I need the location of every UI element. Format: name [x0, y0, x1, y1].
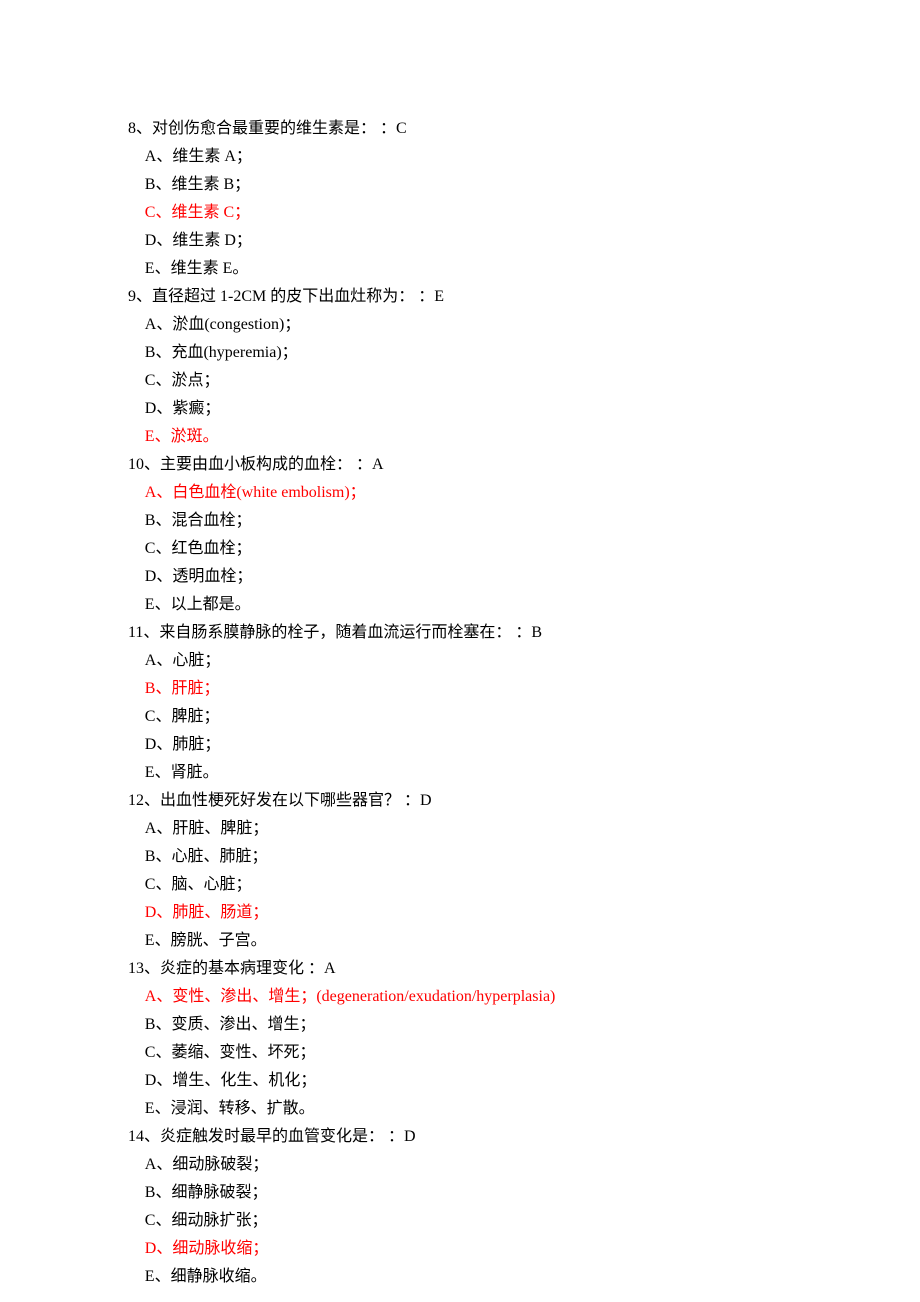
answer-option: C、细动脉扩张； — [128, 1207, 800, 1235]
question-stem: 12、出血性梗死好发在以下哪些器官？ ：D — [128, 787, 800, 815]
answer-option: A、淤血(congestion)； — [128, 311, 800, 339]
question-block: 14、炎症触发时最早的血管变化是： ：D A、细动脉破裂； B、细静脉破裂； C… — [128, 1123, 800, 1291]
answer-option: D、肺脏、肠道； — [128, 899, 800, 927]
answer-option: C、萎缩、变性、坏死； — [128, 1039, 800, 1067]
answer-option: C、红色血栓； — [128, 535, 800, 563]
question-block: 12、出血性梗死好发在以下哪些器官？ ：D A、肝脏、脾脏； B、心脏、肺脏； … — [128, 787, 800, 955]
question-stem: 13、炎症的基本病理变化 ：A — [128, 955, 800, 983]
answer-option: D、肺脏； — [128, 731, 800, 759]
answer-option: B、充血(hyperemia)； — [128, 339, 800, 367]
answer-option: B、变质、渗出、增生； — [128, 1011, 800, 1039]
answer-option: E、膀胱、子宫。 — [128, 927, 800, 955]
question-stem: 8、对创伤愈合最重要的维生素是： ：C — [128, 115, 800, 143]
question-stem: 11、来自肠系膜静脉的栓子，随着血流运行而栓塞在： ：B — [128, 619, 800, 647]
answer-option: D、紫癜； — [128, 395, 800, 423]
answer-option: C、淤点； — [128, 367, 800, 395]
question-block: 13、炎症的基本病理变化 ：A A、变性、渗出、增生；(degeneration… — [128, 955, 800, 1123]
answer-option: E、肾脏。 — [128, 759, 800, 787]
answer-option: D、增生、化生、机化； — [128, 1067, 800, 1095]
answer-option: A、白色血栓(white embolism)； — [128, 479, 800, 507]
answer-option: A、细动脉破裂； — [128, 1151, 800, 1179]
question-block: 9、直径超过 1-2CM 的皮下出血灶称为： ：E A、淤血(congestio… — [128, 283, 800, 451]
answer-option: D、细动脉收缩； — [128, 1235, 800, 1263]
answer-option: A、变性、渗出、增生；(degeneration/exudation/hyper… — [128, 983, 800, 1011]
question-stem: 9、直径超过 1-2CM 的皮下出血灶称为： ：E — [128, 283, 800, 311]
answer-option: E、细静脉收缩。 — [128, 1263, 800, 1291]
document-page: 8、对创伤愈合最重要的维生素是： ：C A、维生素 A； B、维生素 B； C、… — [0, 0, 920, 1302]
question-stem: 14、炎症触发时最早的血管变化是： ：D — [128, 1123, 800, 1151]
answer-option: E、淤斑。 — [128, 423, 800, 451]
answer-option: D、透明血栓； — [128, 563, 800, 591]
answer-option: B、肝脏； — [128, 675, 800, 703]
question-block: 8、对创伤愈合最重要的维生素是： ：C A、维生素 A； B、维生素 B； C、… — [128, 115, 800, 283]
answer-option: C、脾脏； — [128, 703, 800, 731]
answer-option: A、心脏； — [128, 647, 800, 675]
answer-option: B、维生素 B； — [128, 171, 800, 199]
answer-option: E、浸润、转移、扩散。 — [128, 1095, 800, 1123]
answer-option: B、混合血栓； — [128, 507, 800, 535]
answer-option: E、以上都是。 — [128, 591, 800, 619]
answer-option: C、维生素 C； — [128, 199, 800, 227]
answer-option: A、肝脏、脾脏； — [128, 815, 800, 843]
question-stem: 10、主要由血小板构成的血栓： ：A — [128, 451, 800, 479]
answer-option: B、细静脉破裂； — [128, 1179, 800, 1207]
question-block: 10、主要由血小板构成的血栓： ：A A、白色血栓(white embolism… — [128, 451, 800, 619]
question-block: 11、来自肠系膜静脉的栓子，随着血流运行而栓塞在： ：B A、心脏； B、肝脏；… — [128, 619, 800, 787]
answer-option: B、心脏、肺脏； — [128, 843, 800, 871]
answer-option: D、维生素 D； — [128, 227, 800, 255]
answer-option: E、维生素 E。 — [128, 255, 800, 283]
answer-option: C、脑、心脏； — [128, 871, 800, 899]
answer-option: A、维生素 A； — [128, 143, 800, 171]
